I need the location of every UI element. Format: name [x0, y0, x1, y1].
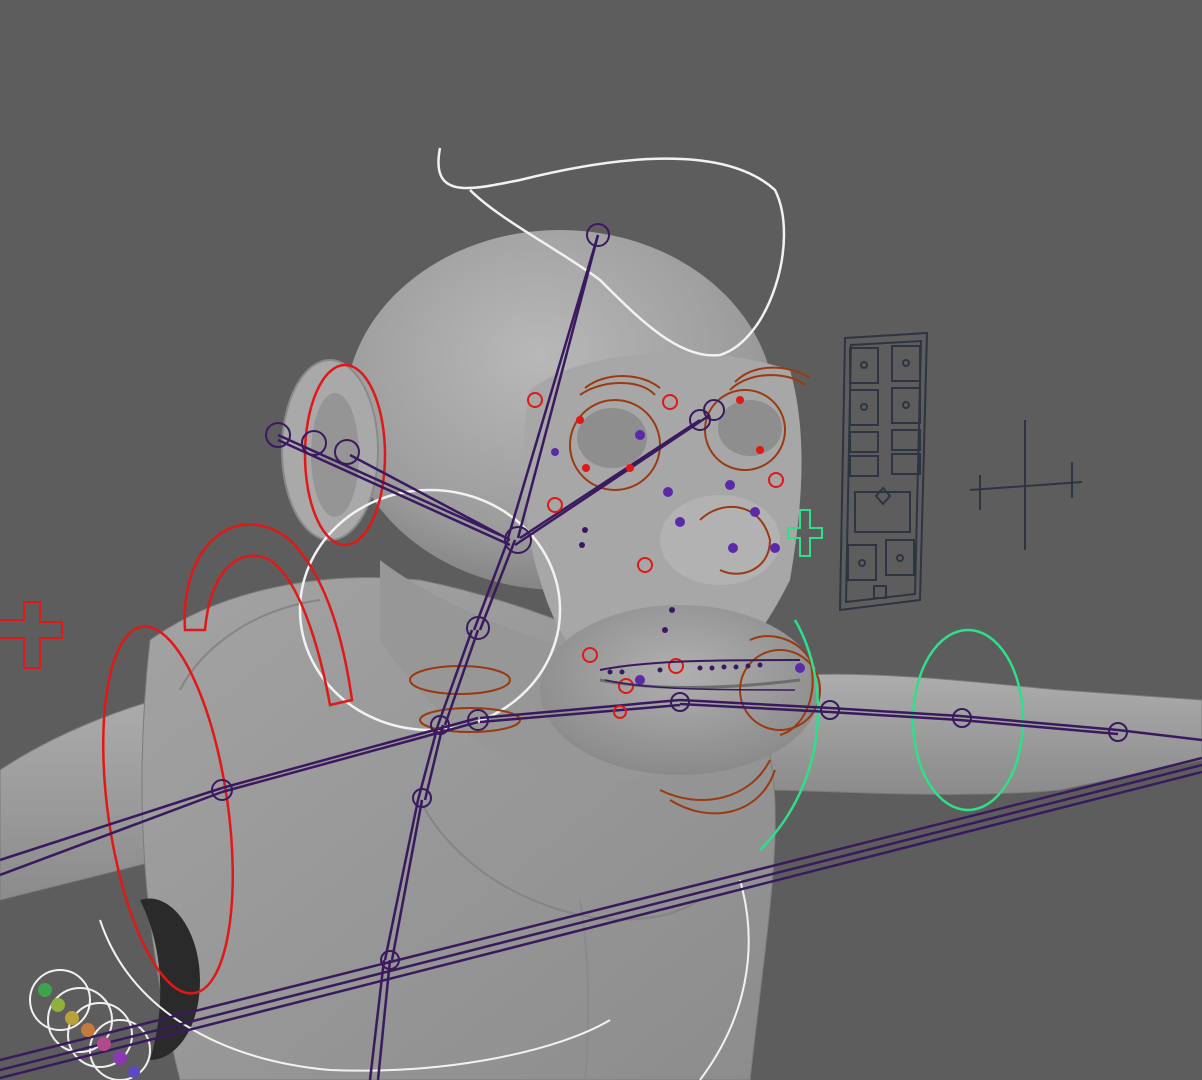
viewport-canvas[interactable] — [0, 0, 1202, 1080]
maya-3d-viewport[interactable] — [0, 0, 1202, 1080]
right-eye-socket — [718, 400, 782, 456]
left-locator-cross[interactable] — [0, 601, 63, 669]
right-locator-cross[interactable] — [969, 420, 1083, 550]
face-control-panel[interactable] — [838, 331, 929, 612]
